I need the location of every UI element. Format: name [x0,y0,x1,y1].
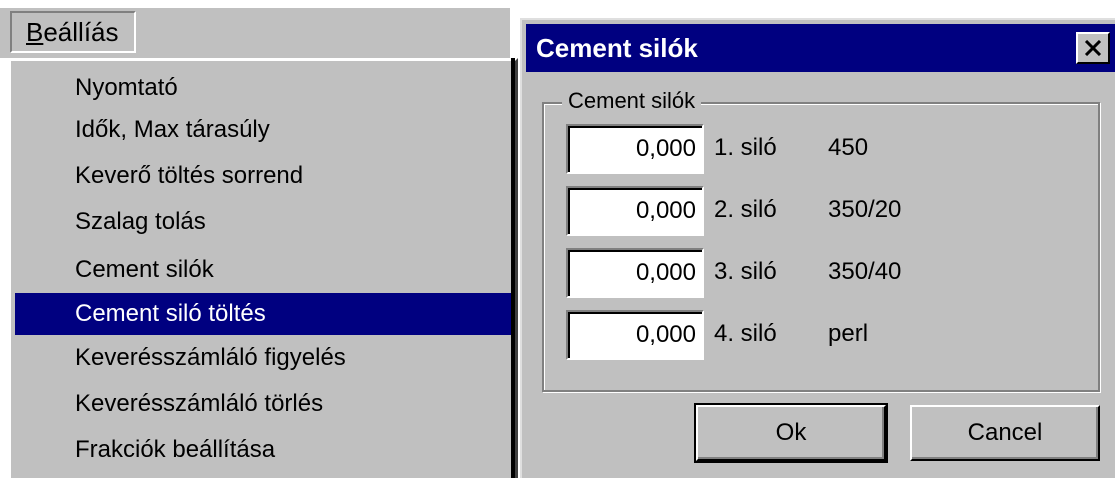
menu-item-keveresszamlalo-torles[interactable]: Keverésszámláló törlés [15,383,515,425]
menu-item-idok-max-tarasuly[interactable]: Idők, Max tárasúly [15,109,515,151]
silo-3-type: 350/40 [828,258,902,285]
silo-4-type: perl [828,320,869,347]
silo-2-quantity-input[interactable] [566,186,704,236]
silo-row-3: 3. siló 350/40 [566,248,1086,298]
close-icon [1084,40,1102,56]
silo-3-label: 3. siló [714,258,777,285]
menu-item-frakciok-beallitasa[interactable]: Frakciók beállítása [15,429,515,471]
menu-bar: Beállíás [0,8,510,58]
cancel-button[interactable]: Cancel [910,405,1100,461]
dialog-titlebar[interactable]: Cement silók [526,24,1115,72]
silo-2-label: 2. siló [714,196,777,223]
silo-row-4: 4. siló perl [566,310,1086,360]
silo-1-quantity-input[interactable] [566,124,704,174]
silo-1-label: 1. siló [714,134,777,161]
menu-item-cement-silo-toltes[interactable]: Cement siló töltés [15,293,515,335]
menu-title-mnemonic: B [26,17,44,47]
menu-dropdown: Nyomtató Idők, Max tárasúly Keverő tölté… [8,58,518,478]
dialog-title: Cement silók [536,33,698,63]
menu-dropdown-shadow [511,58,515,478]
silo-row-1: 1. siló 450 [566,124,1086,174]
silo-row-2: 2. siló 350/20 [566,186,1086,236]
menu-item-nyomtato[interactable]: Nyomtató [15,67,515,109]
cement-silok-dialog: Cement silók Cement silók 1. siló 450 2.… [520,18,1115,478]
menu-item-kevero-toltes-sorrend[interactable]: Keverő töltés sorrend [15,155,515,197]
silo-1-type: 450 [828,134,869,161]
groupbox-label: Cement silók [562,86,702,116]
ok-button[interactable]: Ok [694,403,888,463]
menu-title-rest: eállíás [43,17,119,47]
silo-4-quantity-input[interactable] [566,310,704,360]
menu-item-cement-silok[interactable]: Cement silók [15,249,515,291]
silo-2-type: 350/20 [828,196,902,223]
silo-4-label: 4. siló [714,320,777,347]
menu-item-szalag-tolas[interactable]: Szalag tolás [15,201,515,243]
close-button[interactable] [1076,32,1110,64]
silo-3-quantity-input[interactable] [566,248,704,298]
menu-item-keveresszamlalo-figyeles[interactable]: Keverésszámláló figyelés [15,337,515,379]
silo-groupbox: Cement silók 1. siló 450 2. siló 350/20 … [542,86,1100,392]
menu-beallitas[interactable]: Beállíás [10,11,136,53]
